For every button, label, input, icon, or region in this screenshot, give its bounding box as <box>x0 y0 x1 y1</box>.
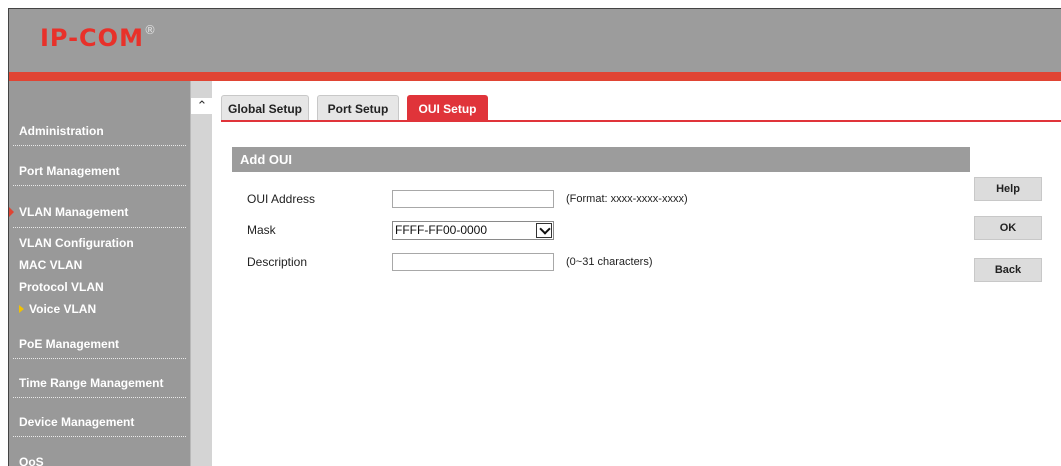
header-accent-bar <box>9 72 1061 81</box>
divider <box>13 185 186 186</box>
sidebar-item-label: Time Range Management <box>19 376 164 390</box>
sidebar-nav: Administration Port Management VLAN Mana… <box>9 81 190 466</box>
app-frame: IP-COM® Administration Port Management V… <box>8 8 1061 466</box>
subitem-label: VLAN Configuration <box>19 236 134 250</box>
back-button[interactable]: Back <box>974 258 1042 282</box>
sidebar-item-label: QoS <box>19 455 44 466</box>
sidebar-item-label: PoE Management <box>19 337 120 351</box>
sidebar-item-vlan-management[interactable]: VLAN Management <box>9 205 190 228</box>
sidebar-item-time-range-management[interactable]: Time Range Management <box>9 376 190 398</box>
divider <box>13 227 186 228</box>
chevron-down-icon[interactable] <box>536 223 552 238</box>
divider <box>13 436 186 437</box>
sidebar-item-port-management[interactable]: Port Management <box>9 164 190 186</box>
sidebar-item-label: Port Management <box>19 164 120 178</box>
mask-label: Mask <box>247 223 276 237</box>
tab-underline <box>221 120 1061 122</box>
sidebar-subitem-mac-vlan[interactable]: MAC VLAN <box>9 258 190 272</box>
sidebar-item-label: VLAN Management <box>19 205 129 219</box>
arrow-right-icon <box>19 305 24 313</box>
oui-format-hint: (Format: xxxx-xxxx-xxxx) <box>566 193 688 205</box>
ok-button[interactable]: OK <box>974 216 1042 240</box>
sidebar-subitem-voice-vlan[interactable]: Voice VLAN <box>9 302 190 316</box>
sidebar-subitem-vlan-configuration[interactable]: VLAN Configuration <box>9 236 190 250</box>
brand-logo: IP-COM® <box>40 23 157 52</box>
chevron-up-icon[interactable]: ⌃ <box>191 98 213 114</box>
sidebar-item-label: Administration <box>19 124 104 138</box>
sidebar-scrollbar[interactable]: ⌃ <box>190 81 213 466</box>
tab-oui-setup[interactable]: OUI Setup <box>407 95 488 121</box>
divider <box>13 145 186 146</box>
sidebar-subitem-protocol-vlan[interactable]: Protocol VLAN <box>9 280 190 294</box>
logo-text: IP-COM <box>40 24 144 52</box>
subitem-label: Protocol VLAN <box>19 280 104 294</box>
top-header: IP-COM® <box>9 9 1061 72</box>
registered-mark: ® <box>143 23 157 37</box>
mask-select[interactable]: FFFF-FF00-0000 <box>392 221 554 240</box>
oui-address-label: OUI Address <box>247 192 316 206</box>
description-length-hint: (0~31 characters) <box>566 256 653 268</box>
subitem-label: MAC VLAN <box>19 258 83 272</box>
oui-address-input[interactable] <box>392 190 554 208</box>
description-label: Description <box>247 255 308 269</box>
subitem-label: Voice VLAN <box>29 302 97 316</box>
help-button[interactable]: Help <box>974 177 1042 201</box>
divider <box>13 397 186 398</box>
sidebar-item-qos[interactable]: QoS <box>9 455 190 466</box>
mask-selected-value: FFFF-FF00-0000 <box>395 223 488 237</box>
sidebar-item-poe-management[interactable]: PoE Management <box>9 337 190 359</box>
divider <box>13 358 186 359</box>
sidebar-item-label: Device Management <box>19 415 135 429</box>
sidebar-item-administration[interactable]: Administration <box>9 124 190 146</box>
tab-global-setup[interactable]: Global Setup <box>221 95 309 121</box>
description-input[interactable] <box>392 253 554 271</box>
panel-title: Add OUI <box>232 147 970 172</box>
sidebar-item-device-management[interactable]: Device Management <box>9 415 190 437</box>
tab-port-setup[interactable]: Port Setup <box>317 95 399 121</box>
